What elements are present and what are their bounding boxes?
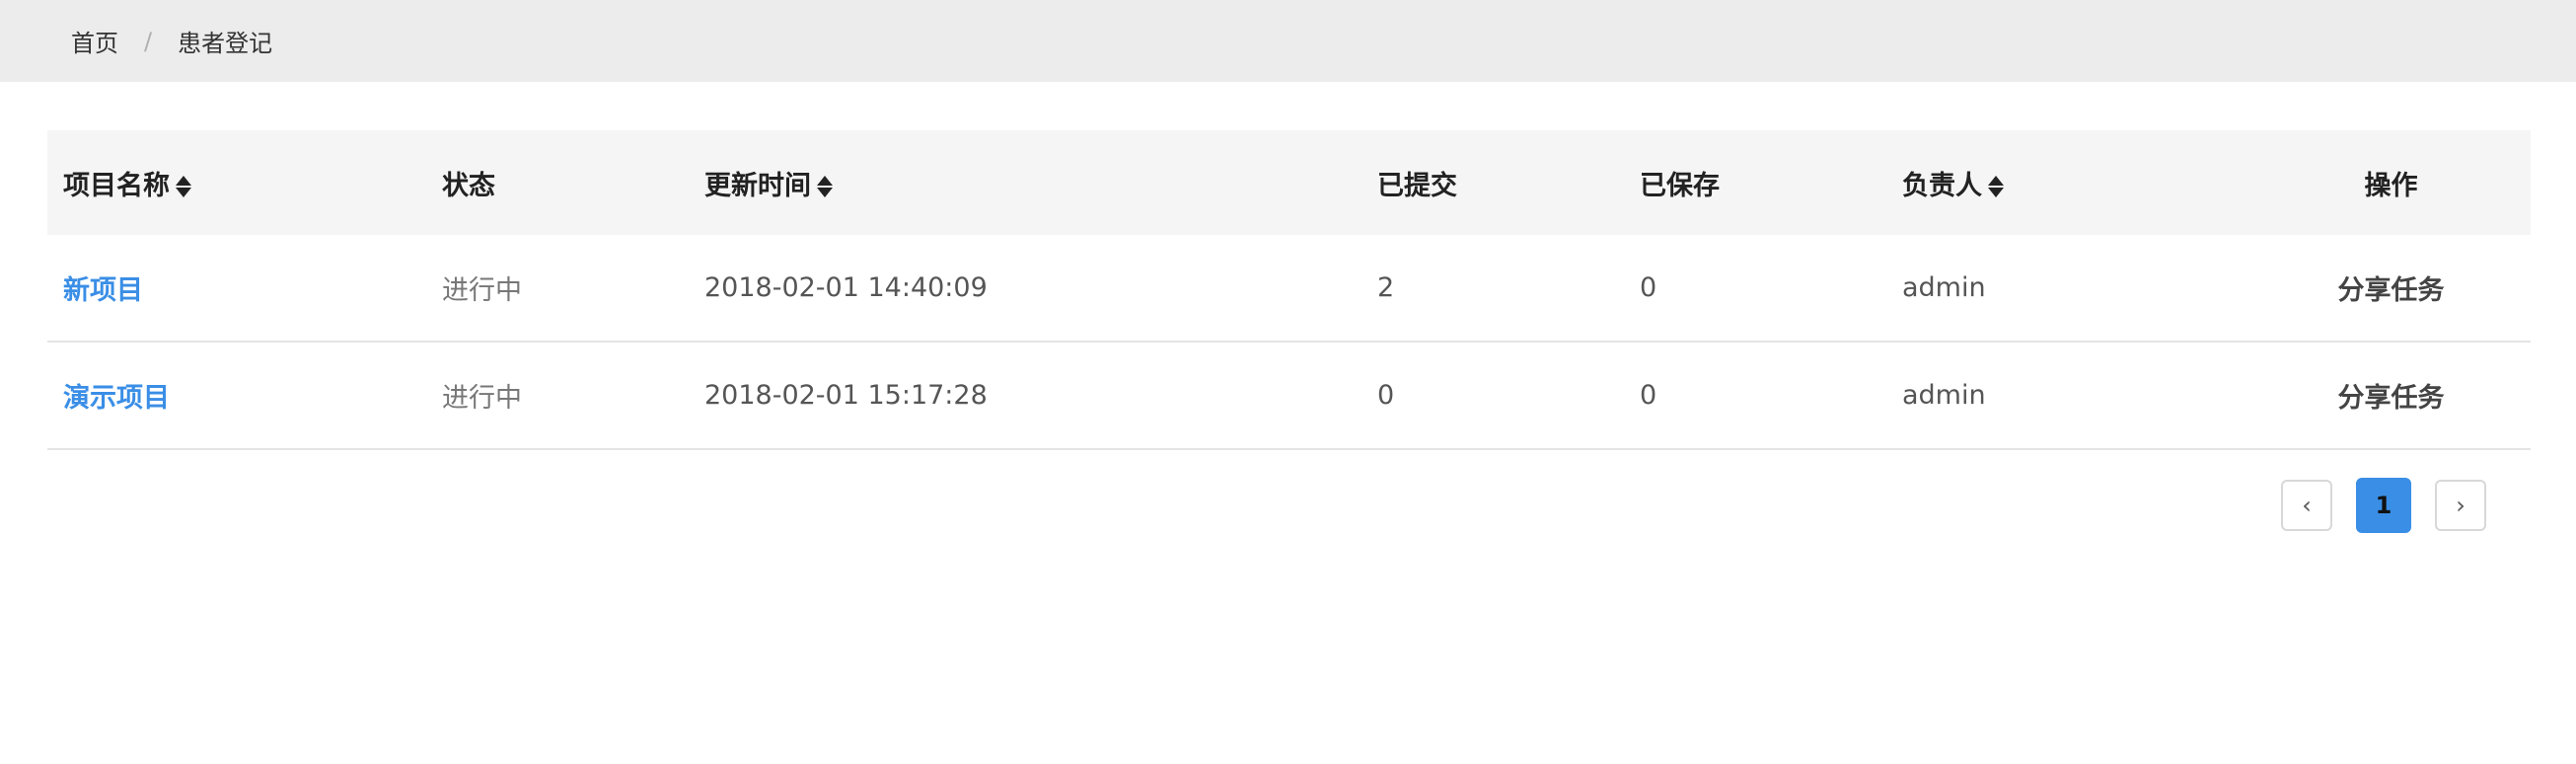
prev-page-button[interactable]: ‹: [2281, 480, 2332, 531]
column-header-label: 负责人: [1902, 170, 1982, 201]
project-name-cell: 演示项目: [47, 342, 426, 450]
saved-count-cell: 0: [1624, 235, 1886, 343]
breadcrumb: 首页 / 患者登记: [0, 0, 2576, 82]
column-header-actions: 操作: [2251, 130, 2531, 235]
column-header-label: 已保存: [1640, 170, 1720, 201]
updated-time-cell: 2018-02-01 14:40:09: [689, 235, 1362, 343]
column-header-project-name[interactable]: 项目名称: [47, 130, 426, 235]
project-table: 项目名称 状态 更新时间 已提交 已保存 负责人 操作 新项目 进行中 2018…: [47, 130, 2531, 450]
column-header-label: 状态: [442, 170, 495, 201]
breadcrumb-home-link[interactable]: 首页: [71, 24, 118, 58]
table-header-row: 项目名称 状态 更新时间 已提交 已保存 负责人 操作: [47, 130, 2531, 235]
sort-icon[interactable]: [176, 174, 191, 199]
column-header-status: 状态: [426, 130, 689, 235]
column-header-label: 已提交: [1377, 170, 1457, 201]
column-header-label: 更新时间: [704, 170, 811, 201]
project-name-cell: 新项目: [47, 235, 426, 343]
current-page-button[interactable]: 1: [2356, 478, 2411, 533]
column-header-saved: 已保存: [1624, 130, 1886, 235]
project-name-link[interactable]: 新项目: [63, 275, 143, 306]
owner-cell: admin: [1886, 342, 2251, 450]
column-header-submitted: 已提交: [1362, 130, 1624, 235]
table-row: 演示项目 进行中 2018-02-01 15:17:28 0 0 admin 分…: [47, 342, 2531, 450]
sort-icon[interactable]: [1988, 174, 2004, 199]
project-table-container: 项目名称 状态 更新时间 已提交 已保存 负责人 操作 新项目 进行中 2018…: [47, 130, 2531, 450]
owner-cell: admin: [1886, 235, 2251, 343]
pagination: ‹ 1 ›: [2281, 478, 2486, 533]
saved-count-cell: 0: [1624, 342, 1886, 450]
table-row: 新项目 进行中 2018-02-01 14:40:09 2 0 admin 分享…: [47, 235, 2531, 343]
share-task-button[interactable]: 分享任务: [2251, 342, 2531, 450]
share-task-button[interactable]: 分享任务: [2251, 235, 2531, 343]
column-header-owner[interactable]: 负责人: [1886, 130, 2251, 235]
updated-time-cell: 2018-02-01 15:17:28: [689, 342, 1362, 450]
column-header-label: 项目名称: [63, 170, 170, 201]
status-cell: 进行中: [426, 235, 689, 343]
submitted-count-cell: 0: [1362, 342, 1624, 450]
sort-icon[interactable]: [817, 174, 833, 199]
breadcrumb-separator: /: [144, 27, 153, 55]
next-page-button[interactable]: ›: [2435, 480, 2486, 531]
status-cell: 进行中: [426, 342, 689, 450]
submitted-count-cell: 2: [1362, 235, 1624, 343]
column-header-label: 操作: [2364, 170, 2418, 201]
column-header-updated[interactable]: 更新时间: [689, 130, 1362, 235]
project-name-link[interactable]: 演示项目: [63, 383, 170, 414]
breadcrumb-current: 患者登记: [178, 30, 273, 57]
